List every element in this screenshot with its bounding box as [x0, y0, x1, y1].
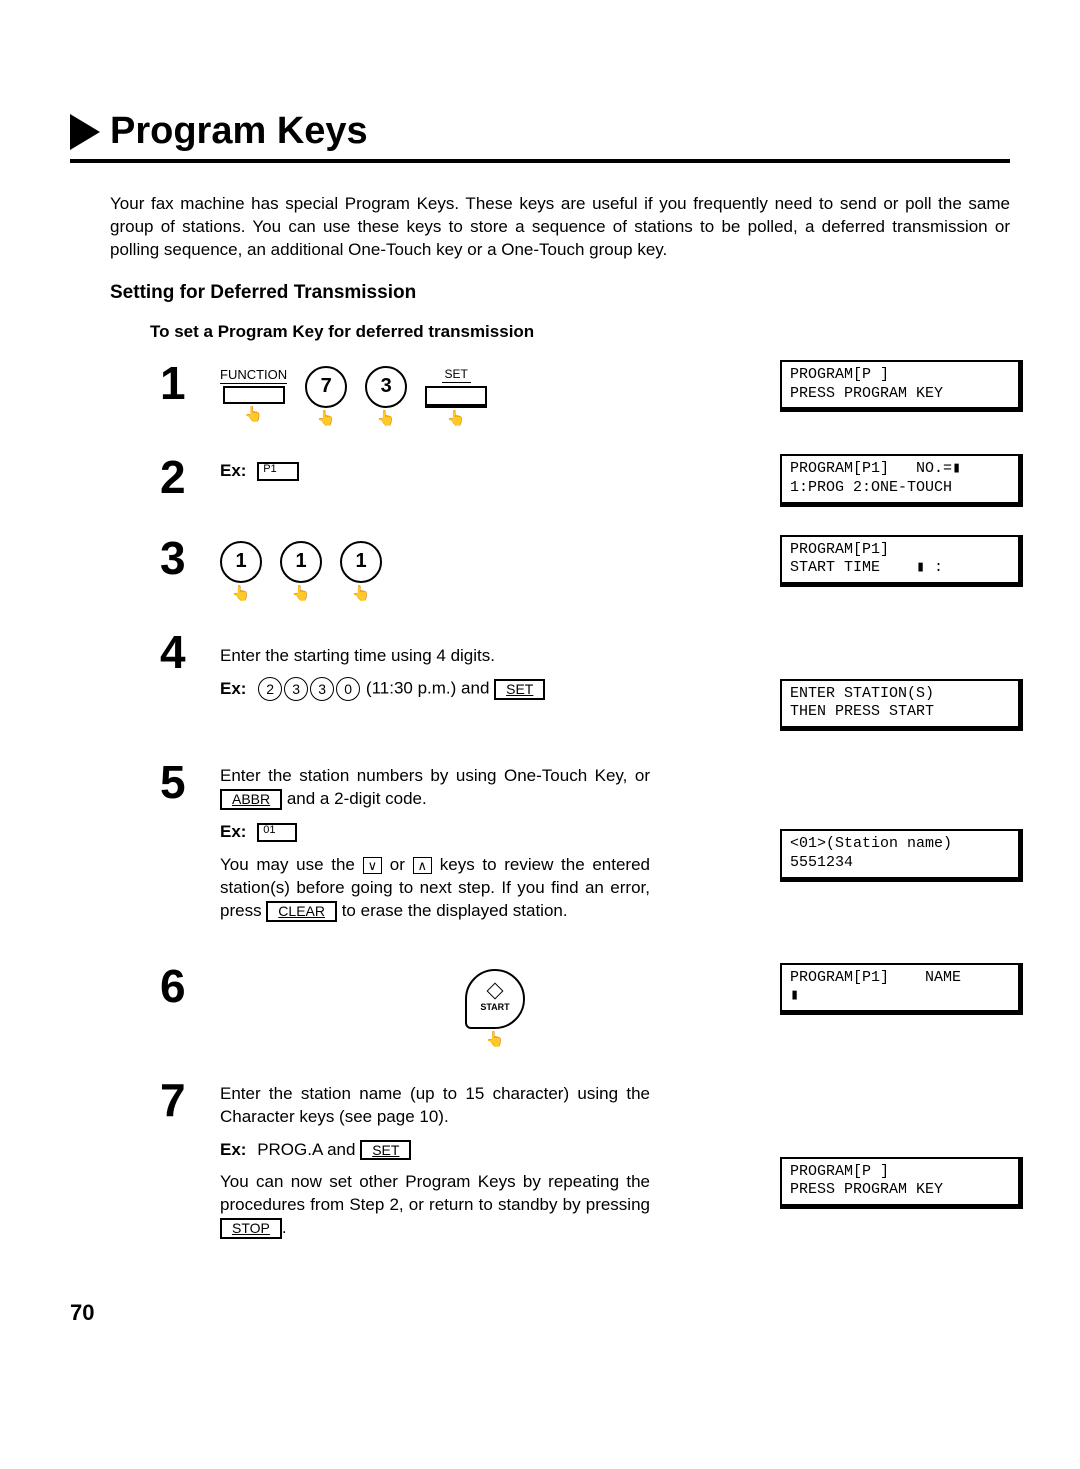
clear-key: CLEAR	[266, 901, 337, 922]
step-number: 3	[160, 535, 220, 581]
down-arrow-key: ∨	[363, 857, 383, 875]
step-4: 4 Enter the starting time using 4 digits…	[160, 629, 1010, 732]
page-number: 70	[70, 1300, 1010, 1326]
digit-7-key: 7 👆	[305, 366, 347, 426]
function-label: FUNCTION	[220, 366, 287, 385]
example-label: Ex:	[220, 822, 246, 841]
station-01-key: 01	[257, 823, 297, 842]
step5-text-a: Enter the station numbers by using One-T…	[220, 766, 650, 785]
step-number: 5	[160, 759, 220, 805]
press-icon: 👆	[377, 411, 396, 426]
lcd-display: ENTER STATION(S) THEN PRESS START	[780, 679, 1023, 732]
digit-3-key: 3 👆	[365, 366, 407, 426]
lcd-display: PROGRAM[P1] NO.=▮ 1:PROG 2:ONE-TOUCH	[780, 454, 1023, 507]
example-label: Ex:	[220, 461, 246, 480]
function-key: FUNCTION 👆	[220, 366, 287, 423]
step-7: 7 Enter the station name (up to 15 chara…	[160, 1077, 1010, 1251]
step-number: 7	[160, 1077, 220, 1123]
set-key: SET	[494, 679, 545, 700]
p1-key: P1	[257, 462, 298, 481]
press-icon: 👆	[447, 411, 466, 426]
digit-3-key: 3	[310, 677, 334, 701]
step-number: 4	[160, 629, 220, 675]
step-number: 2	[160, 454, 220, 500]
step-6: 6 START 👆 PROGRAM[P1] NAME ▮	[160, 963, 1010, 1047]
step-2: 2 Ex: P1 PROGRAM[P1] NO.=▮ 1:PROG 2:ONE-…	[160, 454, 1010, 507]
step-3: 3 1 👆 1 👆 1 👆	[160, 535, 1010, 601]
arrow-icon	[70, 114, 100, 150]
title-bar: Program Keys	[70, 110, 1010, 163]
example-label: Ex:	[220, 679, 246, 698]
start-key: START 👆	[220, 969, 770, 1047]
diamond-icon	[487, 982, 504, 999]
sub-heading: To set a Program Key for deferred transm…	[150, 322, 1010, 342]
example-label: Ex:	[220, 1140, 246, 1159]
step-number: 6	[160, 963, 220, 1009]
lcd-display: PROGRAM[P ] PRESS PROGRAM KEY	[780, 1157, 1023, 1210]
time-note: (11:30 p.m.) and	[361, 679, 494, 698]
press-icon: 👆	[292, 586, 311, 601]
step-1: 1 FUNCTION 👆 7 👆 3 👆	[160, 360, 1010, 426]
lcd-display: PROGRAM[P1] START TIME ▮ :	[780, 535, 1023, 588]
press-icon: 👆	[486, 1032, 505, 1047]
press-icon: 👆	[352, 586, 371, 601]
section-heading: Setting for Deferred Transmission	[110, 282, 1010, 304]
lcd-display: <01>(Station name) 5551234	[780, 829, 1023, 882]
digit-2-key: 2	[258, 677, 282, 701]
press-icon: 👆	[317, 411, 336, 426]
press-icon: 👆	[232, 586, 251, 601]
page-title: Program Keys	[110, 110, 368, 153]
set-key: SET 👆	[425, 366, 487, 426]
step-number: 1	[160, 360, 220, 406]
stop-key: STOP	[220, 1218, 282, 1239]
up-arrow-key: ∧	[413, 857, 433, 875]
step4-text: Enter the starting time using 4 digits.	[220, 645, 650, 668]
digit-1-key: 1 👆	[220, 541, 262, 601]
step5-text-b: and a 2-digit code.	[282, 789, 427, 808]
lcd-display: PROGRAM[P1] NAME ▮	[780, 963, 1023, 1016]
digit-1-key: 1 👆	[280, 541, 322, 601]
digit-3-key: 3	[284, 677, 308, 701]
digit-0-key: 0	[336, 677, 360, 701]
press-icon: 👆	[244, 407, 263, 422]
digit-1-key: 1 👆	[340, 541, 382, 601]
set-key: SET	[360, 1140, 411, 1161]
abbr-key: ABBR	[220, 789, 282, 810]
intro-paragraph: Your fax machine has special Program Key…	[110, 193, 1010, 262]
step-5: 5 Enter the station numbers by using One…	[160, 759, 1010, 933]
step7-text1: Enter the station name (up to 15 charact…	[220, 1083, 650, 1129]
lcd-display: PROGRAM[P ] PRESS PROGRAM KEY	[780, 360, 1023, 413]
